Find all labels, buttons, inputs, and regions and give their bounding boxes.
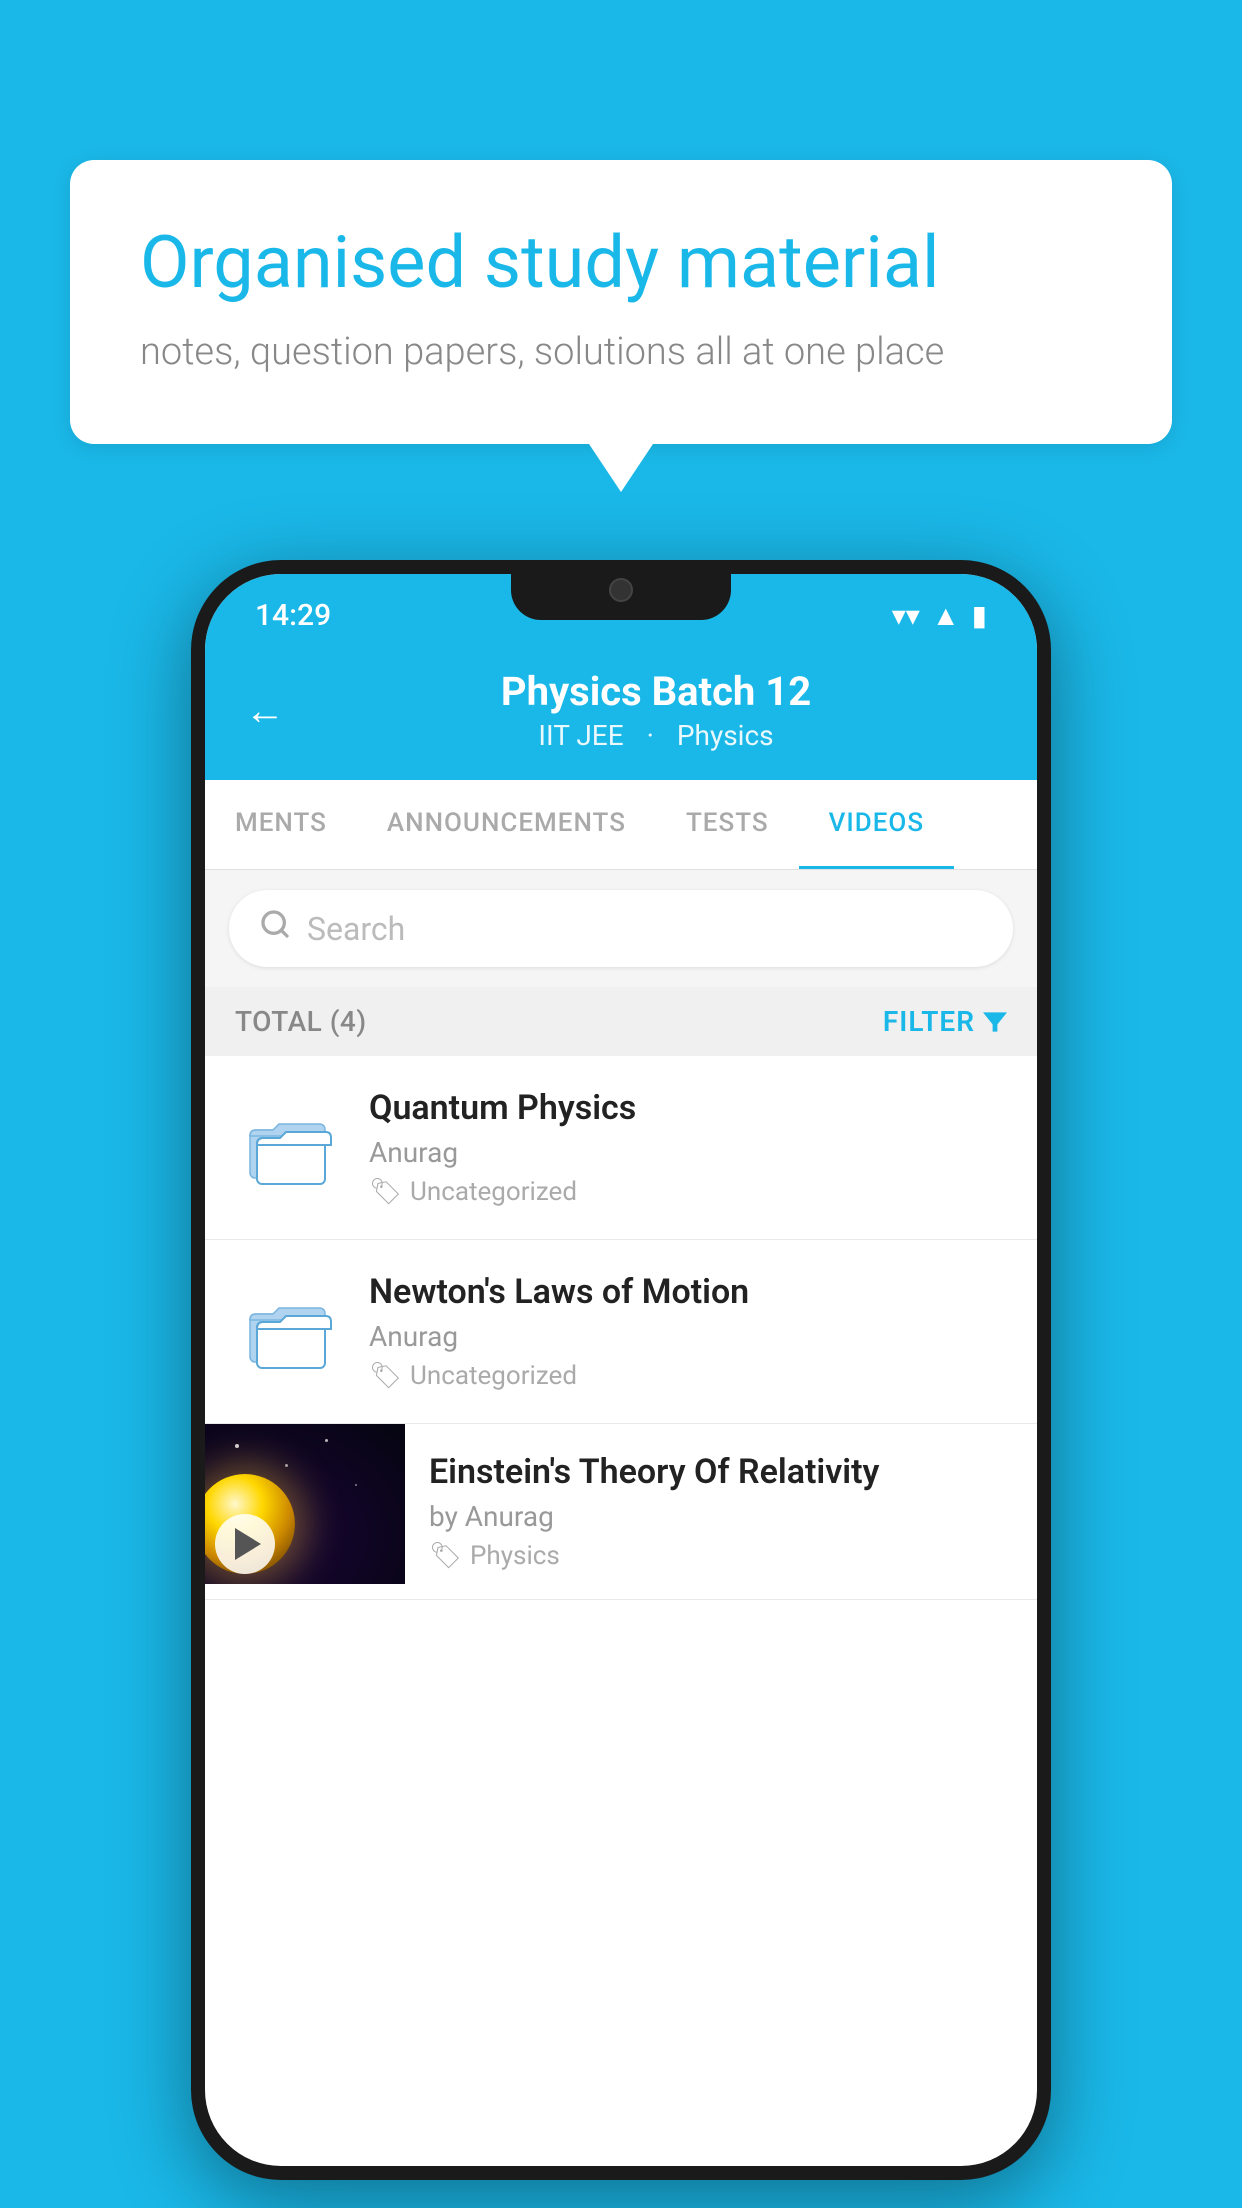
tag-label: Uncategorized bbox=[410, 1177, 577, 1207]
video-tag: 🏷 Uncategorized bbox=[369, 1177, 1007, 1207]
tab-tests[interactable]: TESTS bbox=[656, 780, 799, 869]
video-tag: 🏷 Physics bbox=[429, 1541, 1013, 1571]
subtitle-tag1: IIT JEE bbox=[538, 719, 623, 752]
status-icons: ▾▾ ▲ ▮ bbox=[892, 599, 987, 632]
video-tag: 🏷 Uncategorized bbox=[369, 1361, 1007, 1391]
search-placeholder: Search bbox=[307, 910, 405, 948]
tag-icon: 🏷 bbox=[369, 1361, 402, 1391]
filter-button[interactable]: FILTER bbox=[883, 1005, 1007, 1038]
video-thumbnail bbox=[205, 1424, 405, 1584]
bubble-title: Organised study material bbox=[140, 220, 1102, 306]
video-author: Anurag bbox=[369, 1136, 1007, 1169]
app-header: ← Physics Batch 12 IIT JEE · Physics bbox=[205, 644, 1037, 780]
phone-screen: 14:29 ▾▾ ▲ ▮ ← Physics Batch 12 IIT JEE … bbox=[205, 574, 1037, 2166]
phone-container: 14:29 ▾▾ ▲ ▮ ← Physics Batch 12 IIT JEE … bbox=[191, 560, 1051, 2180]
signal-icon: ▲ bbox=[932, 599, 960, 632]
tag-label: Uncategorized bbox=[410, 1361, 577, 1391]
video-author: by Anurag bbox=[429, 1500, 1013, 1533]
speech-bubble: Organised study material notes, question… bbox=[70, 160, 1172, 444]
header-subtitle: IIT JEE · Physics bbox=[315, 719, 997, 752]
folder-thumbnail bbox=[235, 1093, 345, 1203]
bubble-subtitle: notes, question papers, solutions all at… bbox=[140, 330, 1102, 374]
video-author: Anurag bbox=[369, 1320, 1007, 1353]
list-item[interactable]: Newton's Laws of Motion Anurag 🏷 Uncateg… bbox=[205, 1240, 1037, 1424]
filter-bar: TOTAL (4) FILTER bbox=[205, 987, 1037, 1056]
tabs-bar: MENTS ANNOUNCEMENTS TESTS VIDEOS bbox=[205, 780, 1037, 870]
video-title: Newton's Laws of Motion bbox=[369, 1272, 1007, 1312]
tab-videos[interactable]: VIDEOS bbox=[799, 780, 954, 869]
header-title-group: Physics Batch 12 IIT JEE · Physics bbox=[315, 668, 997, 752]
search-box[interactable]: Search bbox=[229, 890, 1013, 967]
phone-frame: 14:29 ▾▾ ▲ ▮ ← Physics Batch 12 IIT JEE … bbox=[191, 560, 1051, 2180]
folder-thumbnail bbox=[235, 1277, 345, 1387]
tag-icon: 🏷 bbox=[429, 1541, 462, 1571]
phone-notch bbox=[511, 560, 731, 620]
camera-dot bbox=[609, 578, 633, 602]
video-title: Quantum Physics bbox=[369, 1088, 1007, 1128]
total-count-label: TOTAL (4) bbox=[235, 1005, 367, 1038]
tag-icon: 🏷 bbox=[369, 1177, 402, 1207]
list-item[interactable]: Einstein's Theory Of Relativity by Anura… bbox=[205, 1424, 1037, 1600]
tab-ments[interactable]: MENTS bbox=[205, 780, 357, 869]
subtitle-separator: · bbox=[647, 719, 654, 752]
subtitle-tag2: Physics bbox=[677, 719, 774, 752]
video-info: Einstein's Theory Of Relativity by Anura… bbox=[405, 1424, 1037, 1599]
filter-label: FILTER bbox=[883, 1005, 975, 1038]
search-container: Search bbox=[205, 870, 1037, 987]
battery-icon: ▮ bbox=[972, 599, 987, 632]
back-button[interactable]: ← bbox=[245, 687, 285, 734]
video-list: Quantum Physics Anurag 🏷 Uncategorized bbox=[205, 1056, 1037, 1600]
video-info: Newton's Laws of Motion Anurag 🏷 Uncateg… bbox=[369, 1272, 1007, 1391]
status-time: 14:29 bbox=[255, 598, 331, 633]
search-icon bbox=[259, 908, 291, 949]
tab-announcements[interactable]: ANNOUNCEMENTS bbox=[357, 780, 656, 869]
tag-label: Physics bbox=[470, 1541, 560, 1571]
video-info: Quantum Physics Anurag 🏷 Uncategorized bbox=[369, 1088, 1007, 1207]
video-title: Einstein's Theory Of Relativity bbox=[429, 1452, 1013, 1492]
list-item[interactable]: Quantum Physics Anurag 🏷 Uncategorized bbox=[205, 1056, 1037, 1240]
wifi-icon: ▾▾ bbox=[892, 599, 920, 632]
header-title: Physics Batch 12 bbox=[315, 668, 997, 715]
play-button-icon[interactable] bbox=[215, 1514, 275, 1574]
